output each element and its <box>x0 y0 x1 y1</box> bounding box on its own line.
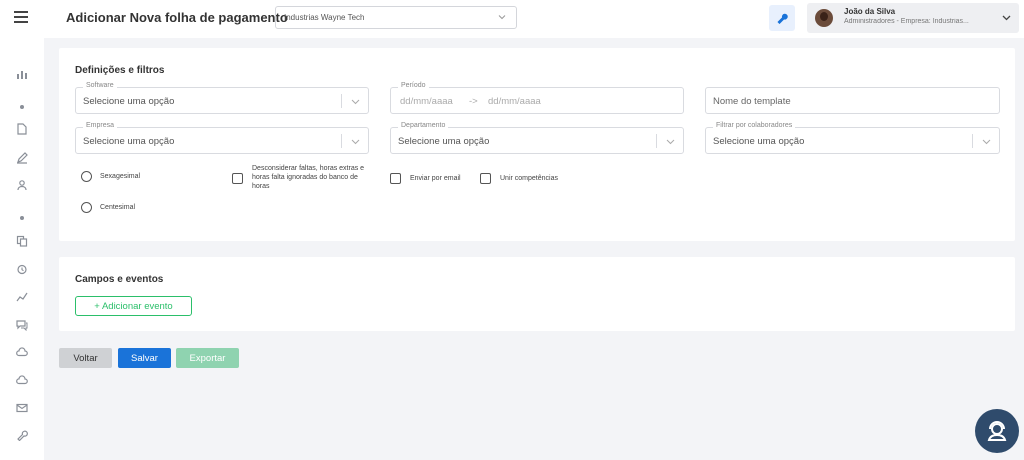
document-icon[interactable] <box>12 121 32 137</box>
colaboradores-value: Selecione uma opção <box>713 136 805 147</box>
radio-circle[interactable] <box>81 171 92 182</box>
sidebar <box>0 0 44 460</box>
checkbox-box[interactable] <box>480 173 491 184</box>
departamento-select[interactable]: Departamento Selecione uma opção <box>390 122 684 154</box>
radio-centesimal[interactable]: Centesimal <box>81 202 135 213</box>
checkbox-desconsiderar[interactable]: Desconsiderar faltas, horas extras e hor… <box>232 164 372 191</box>
user-menu[interactable]: João da Silva Administradores - Empresa:… <box>807 3 1019 33</box>
checkbox-unir-label: Unir competências <box>500 175 558 182</box>
chat-icon[interactable] <box>12 317 32 333</box>
software-select[interactable]: Software Selecione uma opção <box>75 82 369 114</box>
checkbox-email-label: Enviar por email <box>410 175 461 182</box>
bar-chart-icon[interactable] <box>12 66 32 82</box>
empresa-label: Empresa <box>83 122 118 129</box>
hamburger-menu-icon[interactable] <box>14 11 28 23</box>
tools-button[interactable] <box>769 5 795 31</box>
checkbox-unir[interactable]: Unir competências <box>480 173 558 184</box>
departamento-label: Departamento <box>398 122 449 129</box>
trend-line-icon[interactable] <box>12 289 32 305</box>
radio-circle[interactable] <box>81 202 92 213</box>
settings-title: Definições e filtros <box>75 65 165 76</box>
chevron-down-icon <box>351 139 360 145</box>
dot-icon <box>20 105 24 109</box>
help-chat-button[interactable] <box>975 409 1019 453</box>
user-icon[interactable] <box>12 177 32 193</box>
company-select[interactable]: Industrias Wayne Tech <box>275 6 517 29</box>
export-button[interactable]: Exportar <box>176 348 239 368</box>
copy-icon[interactable] <box>12 233 32 249</box>
top-bar: Adicionar Nova folha de pagamento Indust… <box>0 0 1024 38</box>
dot-icon <box>20 216 24 220</box>
checkbox-box[interactable] <box>390 173 401 184</box>
events-card: Campos e eventos + Adicionar evento <box>59 257 1015 331</box>
period-field[interactable]: Período dd/mm/aaaa -> dd/mm/aaaa <box>390 82 684 114</box>
colaboradores-select[interactable]: Filtrar por colaboradores Selecione uma … <box>705 122 1000 154</box>
period-from[interactable]: dd/mm/aaaa <box>400 96 453 107</box>
alarm-clock-icon[interactable] <box>12 261 32 277</box>
chevron-down-icon <box>498 15 506 20</box>
period-label: Período <box>398 82 429 89</box>
software-label: Software <box>83 82 117 89</box>
cloud-upload-icon[interactable] <box>12 344 32 360</box>
empresa-value: Selecione uma opção <box>83 136 175 147</box>
chevron-down-icon <box>982 139 991 145</box>
cloud-download-icon[interactable] <box>12 372 32 388</box>
chevron-down-icon <box>1002 15 1011 21</box>
page-title: Adicionar Nova folha de pagamento <box>66 10 288 25</box>
empresa-select[interactable]: Empresa Selecione uma opção <box>75 122 369 154</box>
checkbox-desconsiderar-label: Desconsiderar faltas, horas extras e hor… <box>252 165 365 190</box>
radio-sexagesimal-label: Sexagesimal <box>100 173 141 180</box>
template-name-input[interactable]: Nome do template <box>705 87 1000 114</box>
mail-icon[interactable] <box>12 400 32 416</box>
period-to[interactable]: dd/mm/aaaa <box>488 96 541 107</box>
checkbox-email[interactable]: Enviar por email <box>390 173 461 184</box>
period-arrow: -> <box>469 96 478 107</box>
colaboradores-label: Filtrar por colaboradores <box>713 122 796 129</box>
settings-card: Definições e filtros Software Selecione … <box>59 48 1015 241</box>
pencil-icon[interactable] <box>12 150 32 166</box>
avatar <box>815 9 833 27</box>
save-button[interactable]: Salvar <box>118 348 171 368</box>
add-event-button[interactable]: + Adicionar evento <box>75 296 192 316</box>
wrench-icon[interactable] <box>12 427 32 443</box>
user-name: João da Silva <box>844 7 896 16</box>
company-select-value: Industrias Wayne Tech <box>284 13 365 22</box>
wrench-icon <box>777 13 788 24</box>
template-name-placeholder: Nome do template <box>713 96 791 107</box>
chevron-down-icon <box>351 99 360 105</box>
chevron-down-icon <box>666 139 675 145</box>
software-value: Selecione uma opção <box>83 96 175 107</box>
user-role: Administradores - Empresa: Industrias... <box>844 18 969 25</box>
events-title: Campos e eventos <box>75 274 164 285</box>
back-button[interactable]: Voltar <box>59 348 112 368</box>
checkbox-box[interactable] <box>232 173 243 184</box>
support-agent-icon <box>987 421 1007 441</box>
departamento-value: Selecione uma opção <box>398 136 490 147</box>
radio-sexagesimal[interactable]: Sexagesimal <box>81 171 140 182</box>
radio-centesimal-label: Centesimal <box>100 204 136 211</box>
